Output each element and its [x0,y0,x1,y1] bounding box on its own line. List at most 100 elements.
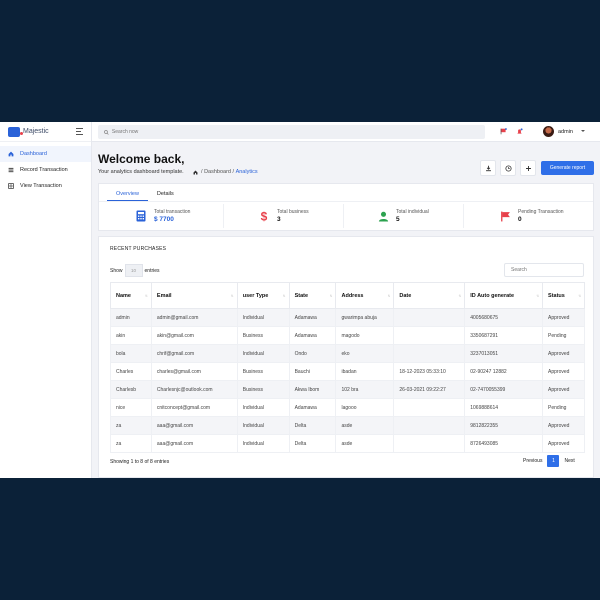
table-row[interactable]: Charles charles@gmail.com Business Bauchi ib… [110,362,585,381]
stat-label: Total business [277,209,309,215]
generate-report-button[interactable]: Generate report [541,161,594,175]
table-row[interactable]: nice cnitconcept@gmail.com Individual Adama… [110,398,585,417]
table-cell: 3350687291 [464,326,544,345]
column-header[interactable]: Status ↑↓ [542,282,585,309]
dollar-icon: $ [258,210,270,222]
avatar[interactable] [543,126,554,137]
table-search-input[interactable] [504,263,584,277]
add-button[interactable] [520,160,536,176]
table-row[interactable]: admin admin@gmail.com Individual Adamawa gwa… [110,308,585,327]
sort-icon: ↑↓ [578,293,581,298]
breadcrumb-dashboard[interactable]: Dashboard [204,169,231,175]
column-header[interactable]: user Type ↑↓ [236,282,290,309]
sidebar-item-label: View Transaction [20,183,62,189]
table-row[interactable]: Charlesb Charlesnjc@outlook.com Business Ak… [110,380,585,399]
table-row[interactable]: za aaa@gmail.com Individual Delta asde 872649… [110,434,585,453]
user-name[interactable]: admin [558,129,573,135]
column-header[interactable]: Email ↑↓ [150,282,238,309]
column-header-label: ID Auto generate [470,292,515,299]
sidebar: Majestic Dashboard Record Transaction Vi… [0,122,92,478]
column-header-label: user Type [242,292,269,299]
table-cell [393,416,466,435]
page-1-button[interactable]: 1 [547,455,560,467]
clock-button[interactable] [500,160,516,176]
table-cell: admin [110,308,152,327]
app-window: Majestic Dashboard Record Transaction Vi… [0,122,600,478]
table-cell: 102 bra [335,380,395,399]
next-page-button[interactable]: Next [564,458,574,464]
table-row[interactable]: bola chrif@gmail.com Individual Ondo eko 3237… [110,344,585,363]
table-cell: eko [335,344,395,363]
column-header[interactable]: Date ↑↓ [393,282,466,309]
page-title: Welcome back, [98,152,185,166]
table-cell [393,308,466,327]
table-cell: nice [110,398,152,417]
table-cell: chrif@gmail.com [150,344,238,363]
column-header-label: Address [341,292,364,299]
table-cell: Akwa Ibom [288,380,337,399]
topbar: admin [92,122,600,142]
purchases-table: Name ↑↓ Email ↑↓ user Type ↑↓ State ↑↓ Address ↑↓… [110,282,585,453]
previous-page-button[interactable]: Previous [523,458,542,464]
table-cell: Approved [542,344,585,363]
stat-value: $ 7700 [154,216,174,223]
flag-notification-icon[interactable] [500,128,507,135]
flag-icon [499,210,511,222]
page-subtitle: Your analytics dashboard template. [98,169,184,175]
table-body: admin admin@gmail.com Individual Adamawa gwa… [110,308,585,453]
table-cell [393,434,466,453]
table-cell: za [110,434,152,453]
table-cell: Approved [542,380,585,399]
table-row[interactable]: akin akin@gmail.com Business Adamawa magodo 3… [110,326,585,345]
table-cell: Delta [288,434,337,453]
table-cell: 9812822355 [464,416,544,435]
sort-icon: ↑↓ [387,293,390,298]
column-header[interactable]: ID Auto generate ↑↓ [464,282,544,309]
sidebar-nav: Dashboard Record Transaction View Transa… [0,142,91,194]
table-cell: Charlesb [110,380,152,399]
stat-total-transaction: Total transaction $ 7700 [135,204,190,228]
page-length-select[interactable]: 10 [124,264,143,277]
stat-pending-transaction: Pending Transaction 0 [499,204,564,228]
tab-details[interactable]: Details [148,187,183,201]
entries-label: entries [144,267,160,274]
stat-divider [463,204,464,228]
sidebar-item-view-transaction[interactable]: View Transaction [0,178,91,194]
bell-icon[interactable] [516,128,523,135]
table-cell: Adamawa [288,398,337,417]
search-input[interactable] [111,129,485,135]
table-cell: Approved [542,308,585,327]
plus-icon [525,165,531,171]
table-cell: Business [236,362,290,381]
table-cell: Pending [542,398,585,417]
column-header[interactable]: State ↑↓ [288,282,337,309]
table-cell: Approved [542,362,585,381]
table-cell: 1069888614 [464,398,544,417]
sort-icon: ↑↓ [329,293,332,298]
table-cell: Approved [542,416,585,435]
sort-icon: ↑↓ [282,293,286,298]
table-cell: Individual [236,434,290,453]
home-icon[interactable] [193,170,198,175]
tab-overview[interactable]: Overview [107,187,148,201]
sidebar-item-record-transaction[interactable]: Record Transaction [0,162,91,178]
table-cell: charles@gmail.com [150,362,238,381]
brand-name: Majestic [23,128,49,135]
table-cell: 02-90247 12882 [464,362,544,381]
table-cell: Individual [236,344,290,363]
table-cell: bola [110,344,152,363]
table-cell: Adamawa [288,308,337,327]
column-header[interactable]: Address ↑↓ [335,282,395,309]
table-cell: Bauchi [288,362,337,381]
table-cell: magodo [335,326,395,345]
chevron-down-icon[interactable] [581,130,585,132]
table-row[interactable]: za aaa@gmail.com Individual Delta asde 981282… [110,416,585,435]
stat-label: Total transaction [154,209,191,215]
download-button[interactable] [480,160,496,176]
column-header[interactable]: Name ↑↓ [110,282,152,309]
table-cell: akin [110,326,152,345]
menu-toggle-icon[interactable] [76,128,83,137]
breadcrumb-separator: / [232,169,235,175]
sidebar-item-dashboard[interactable]: Dashboard [0,146,91,162]
stat-value: 3 [277,216,281,223]
